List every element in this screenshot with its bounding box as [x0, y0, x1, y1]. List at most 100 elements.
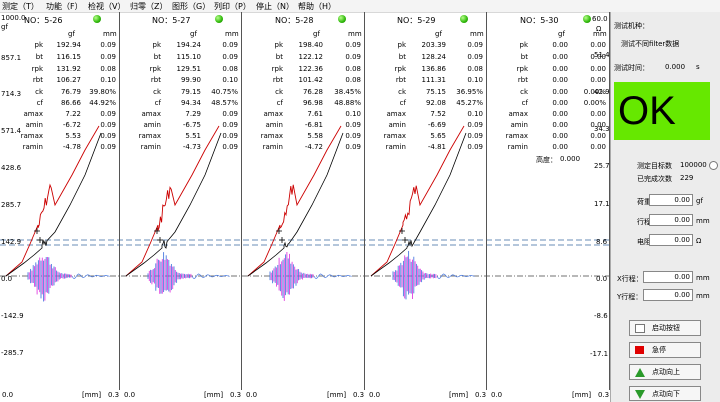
metric-gf-value: 5.51 [185, 132, 201, 140]
y-stroke-field[interactable]: 0.00 [643, 289, 693, 301]
metric-mm-value: 48.57% [211, 99, 238, 107]
x-axis-start: 0.0 [2, 391, 14, 399]
status-led-icon [338, 15, 346, 23]
jog-down-label: 点动向下 [652, 390, 680, 398]
metric-mm-value: 0.10 [100, 76, 116, 84]
metric-gf-value: 0.00 [552, 53, 568, 61]
metric-mm-value: 0.00 [590, 53, 606, 61]
status-led-icon [583, 15, 591, 23]
load-unit: gf [696, 197, 703, 205]
x-axis-unit: [mm] [327, 391, 347, 399]
metric-gf-value: -4.81 [427, 143, 446, 151]
metric-label: rbt [517, 76, 528, 84]
jog-up-button[interactable]: 点动向上 [629, 364, 701, 380]
metric-label: ck [153, 88, 161, 96]
metric-label: cf [521, 99, 528, 107]
metric-mm-value: 0.09 [100, 41, 116, 49]
metric-gf-value: 136.86 [421, 65, 447, 73]
metric-mm-value: 0.08 [345, 76, 361, 84]
metric-gf-value: 5.65 [430, 132, 446, 140]
metric-mm-value: 0.09 [345, 143, 361, 151]
machine-value: 测试不同filter数据 [621, 40, 680, 48]
metric-gf-value: 194.24 [176, 41, 202, 49]
resistance-unit: Ω [696, 237, 702, 245]
metric-label: bt [275, 53, 283, 61]
x-stroke-field[interactable]: 0.00 [643, 271, 693, 283]
metric-mm-value: 0.00 [590, 132, 606, 140]
jog-up-label: 点动向上 [652, 368, 680, 376]
resistance-field[interactable]: 0.00 [649, 234, 693, 246]
metric-label: ck [520, 88, 528, 96]
metric-gf-value: 0.00 [552, 110, 568, 118]
metric-label: pk [397, 41, 407, 49]
metric-label: ramin [507, 143, 528, 151]
metric-label: rpk [271, 65, 283, 73]
metric-gf-value: 0.00 [552, 132, 568, 140]
metric-gf-value: -6.81 [304, 121, 323, 129]
stroke-field[interactable]: 0.00 [649, 214, 693, 226]
height-label: 高度： [536, 156, 557, 164]
metric-label: rpk [149, 65, 161, 73]
metric-label: cf [399, 99, 406, 107]
done-count-label: 已完成次数 [637, 175, 672, 183]
metric-gf-value: 115.10 [176, 53, 202, 61]
metric-label: ck [35, 88, 43, 96]
panel-title: NO：5-27 [152, 16, 191, 25]
emergency-stop-button[interactable]: 急停 [629, 342, 701, 358]
metric-mm-value: 0.00 [590, 110, 606, 118]
metric-mm-value: 0.10 [222, 76, 238, 84]
col-header-gf: gf [68, 30, 75, 38]
metric-mm-value: 0.08 [467, 65, 483, 73]
metric-mm-value: 0.00% [583, 99, 606, 107]
x-axis-end: 0.3 [353, 391, 365, 399]
x-axis-start: 0.0 [491, 391, 503, 399]
target-count-radio[interactable] [709, 161, 718, 170]
start-button[interactable]: 启动按钮 [629, 320, 701, 336]
metric-gf-value: 131.92 [56, 65, 82, 73]
metric-mm-value: 0.09 [222, 121, 238, 129]
metric-label: amax [508, 110, 528, 118]
metric-label: rbt [150, 76, 161, 84]
metric-label: pk [274, 41, 284, 49]
metric-mm-value: 40.75% [211, 88, 238, 96]
metric-gf-value: 5.53 [65, 132, 81, 140]
metric-mm-value: 0.08 [345, 65, 361, 73]
metric-label: ramin [140, 143, 161, 151]
metric-gf-value: 76.28 [302, 88, 323, 96]
metric-mm-value: 0.09 [100, 110, 116, 118]
col-header-mm: mm [103, 30, 117, 38]
metric-mm-value: 0.09 [467, 121, 483, 129]
y-stroke-label: Y行程： [617, 293, 643, 301]
metric-label: pk [519, 41, 529, 49]
metric-gf-value: 192.94 [56, 41, 82, 49]
metric-mm-value: 0.00 [590, 76, 606, 84]
metric-mm-value: 0.09 [345, 132, 361, 140]
metric-label: rbt [395, 76, 406, 84]
metric-gf-value: 92.08 [425, 99, 446, 107]
load-field[interactable]: 0.00 [649, 194, 693, 206]
metric-mm-value: 0.10 [467, 110, 483, 118]
metric-label: amax [23, 110, 43, 118]
metric-mm-value: 0.09 [222, 53, 238, 61]
metric-label: ramin [385, 143, 406, 151]
metric-label: ramax [20, 132, 43, 140]
machine-label: 测试机种： [614, 22, 649, 30]
metric-label: amax [141, 110, 161, 118]
metric-mm-value: 0.08 [222, 65, 238, 73]
x-axis-unit: [mm] [82, 391, 102, 399]
x-axis-unit: [mm] [204, 391, 224, 399]
test-panel: NO：5-26 gf mm pk 192.94 0.09 bt 116.15 0.09 rpk 13… [0, 12, 120, 399]
emergency-stop-label: 急停 [652, 346, 666, 354]
metric-label: cf [154, 99, 161, 107]
metric-label: amin [143, 121, 162, 129]
jog-down-button[interactable]: 点动向下 [629, 386, 701, 401]
col-header-mm: mm [348, 30, 362, 38]
metric-gf-value: 7.22 [65, 110, 81, 118]
panel-title: NO：5-28 [275, 16, 314, 25]
x-axis-unit: [mm] [572, 391, 592, 399]
metric-mm-value: 0.09 [345, 121, 361, 129]
metric-gf-value: -4.72 [304, 143, 323, 151]
metric-label: ck [275, 88, 283, 96]
arrow-down-icon [635, 390, 645, 399]
metric-mm-value: 0.09 [222, 143, 238, 151]
